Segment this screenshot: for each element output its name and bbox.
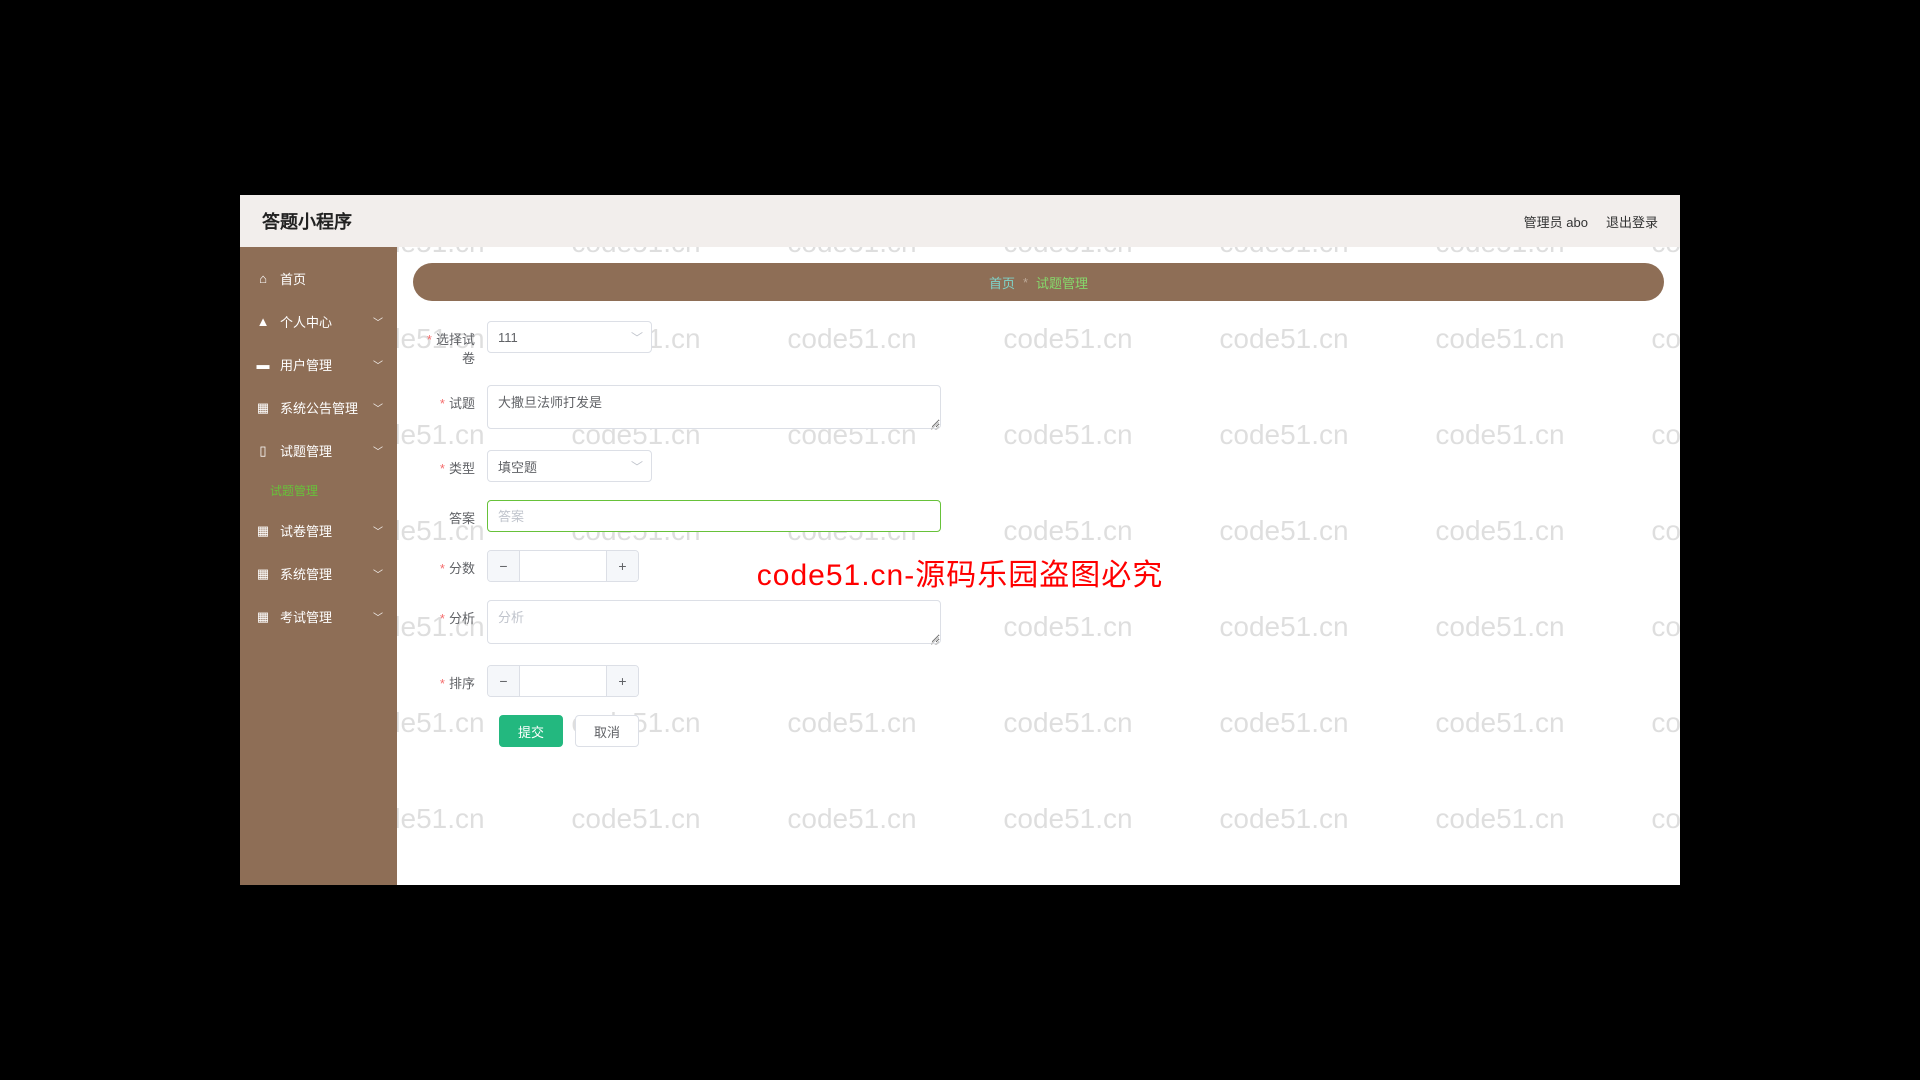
breadcrumb: 首页 * 试题管理 — [413, 263, 1664, 301]
order-stepper: − + — [487, 665, 639, 697]
analysis-textarea[interactable] — [487, 600, 941, 644]
header-user[interactable]: 管理员 abo — [1524, 212, 1588, 231]
label-order: 排序 — [425, 665, 487, 692]
sidebar-item-label: 系统管理 — [280, 564, 332, 583]
sidebar-item-papers[interactable]: ▦ 试卷管理 ﹀ — [240, 509, 397, 552]
order-input[interactable] — [520, 666, 606, 696]
chevron-down-icon: ﹀ — [373, 314, 383, 329]
select-type[interactable]: 填空题 ﹀ — [487, 450, 652, 482]
label-question: 试题 — [425, 385, 487, 412]
resize-handle-icon — [931, 422, 939, 430]
order-increase-button[interactable]: + — [606, 666, 638, 696]
sidebar-item-questions[interactable]: ▯ 试题管理 ﹀ — [240, 429, 397, 472]
grid-icon: ▦ — [256, 567, 270, 581]
user-icon: ▲ — [256, 315, 270, 329]
label-answer: 答案 — [425, 500, 487, 527]
chevron-down-icon: ﹀ — [373, 609, 383, 624]
score-stepper: − + — [487, 550, 639, 582]
breadcrumb-home[interactable]: 首页 — [989, 273, 1015, 292]
chevron-down-icon: ﹀ — [631, 329, 643, 346]
sidebar-item-label: 考试管理 — [280, 607, 332, 626]
sidebar-item-label: 试题管理 — [280, 441, 332, 460]
cancel-button[interactable]: 取消 — [575, 715, 639, 747]
document-icon: ▯ — [256, 444, 270, 458]
breadcrumb-sep: * — [1023, 275, 1028, 290]
label-score: 分数 — [425, 550, 487, 577]
sidebar-item-label: 系统公告管理 — [280, 398, 358, 417]
select-paper[interactable]: 111 ﹀ — [487, 321, 652, 353]
select-paper-value: 111 — [498, 330, 518, 345]
score-input[interactable] — [520, 551, 606, 581]
label-type: 类型 — [425, 450, 487, 477]
sidebar-item-profile[interactable]: ▲ 个人中心 ﹀ — [240, 300, 397, 343]
answer-input[interactable] — [487, 500, 941, 532]
score-decrease-button[interactable]: − — [488, 551, 520, 581]
sidebar-item-exams[interactable]: ▦ 考试管理 ﹀ — [240, 595, 397, 638]
sidebar-item-home[interactable]: ⌂ 首页 — [240, 257, 397, 300]
question-form: 选择试卷 111 ﹀ 试题 类型 填空题 — [413, 321, 1664, 747]
grid-icon: ▦ — [256, 610, 270, 624]
sidebar-item-label: 用户管理 — [280, 355, 332, 374]
breadcrumb-current: 试题管理 — [1036, 273, 1088, 292]
chevron-down-icon: ﹀ — [373, 357, 383, 372]
sidebar-subitem-questions[interactable]: 试题管理 — [240, 472, 397, 509]
grid-icon: ▦ — [256, 524, 270, 538]
chevron-down-icon: ﹀ — [373, 566, 383, 581]
sidebar-item-label: 试卷管理 — [280, 521, 332, 540]
chevron-down-icon: ﹀ — [373, 523, 383, 538]
chevron-down-icon: ﹀ — [631, 458, 643, 475]
submit-button[interactable]: 提交 — [499, 715, 563, 747]
main-content: 首页 * 试题管理 选择试卷 111 ﹀ 试题 — [397, 247, 1680, 885]
sidebar-item-users[interactable]: ▬ 用户管理 ﹀ — [240, 343, 397, 386]
logout-link[interactable]: 退出登录 — [1606, 212, 1658, 231]
select-type-value: 填空题 — [498, 457, 537, 476]
chevron-down-icon: ﹀ — [373, 400, 383, 415]
app-title: 答题小程序 — [262, 208, 352, 234]
grid-icon: ▦ — [256, 401, 270, 415]
sidebar-item-label: 个人中心 — [280, 312, 332, 331]
score-increase-button[interactable]: + — [606, 551, 638, 581]
chevron-down-icon: ﹀ — [373, 443, 383, 458]
sidebar-item-label: 首页 — [280, 269, 306, 288]
sidebar: ⌂ 首页 ▲ 个人中心 ﹀ ▬ 用户管理 ﹀ ▦ 系统公告管理 ﹀ ▯ 试题管理 — [240, 247, 397, 885]
resize-handle-icon — [931, 637, 939, 645]
question-textarea[interactable] — [487, 385, 941, 429]
label-analysis: 分析 — [425, 600, 487, 627]
sidebar-item-announcements[interactable]: ▦ 系统公告管理 ﹀ — [240, 386, 397, 429]
sidebar-item-system[interactable]: ▦ 系统管理 ﹀ — [240, 552, 397, 595]
monitor-icon: ▬ — [256, 358, 270, 372]
app-header: 答题小程序 管理员 abo 退出登录 — [240, 195, 1680, 247]
home-icon: ⌂ — [256, 272, 270, 286]
label-select-paper: 选择试卷 — [425, 321, 487, 367]
order-decrease-button[interactable]: − — [488, 666, 520, 696]
